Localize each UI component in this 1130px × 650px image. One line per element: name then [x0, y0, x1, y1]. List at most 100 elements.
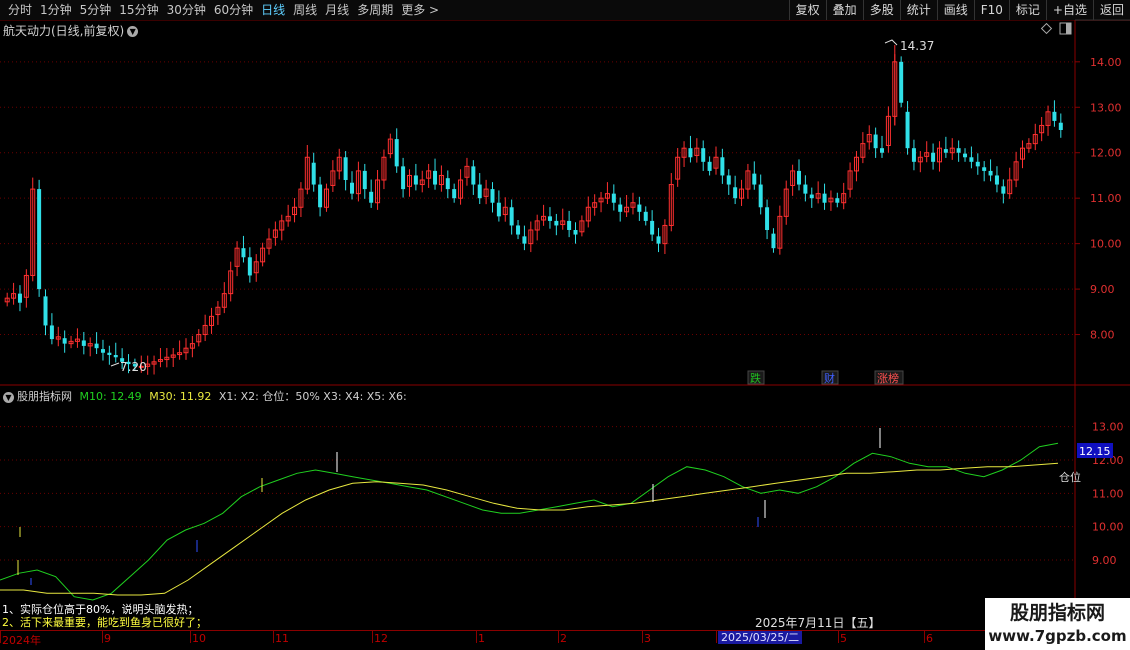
candle-body	[81, 340, 86, 346]
candle-body	[336, 156, 342, 172]
candle-body	[783, 188, 789, 217]
candle-body	[982, 167, 987, 171]
candle-body	[247, 257, 252, 276]
watermark-name: 股朋指标网	[1009, 602, 1105, 624]
toolbar-button-8[interactable]: 返回	[1092, 0, 1130, 20]
candle-body	[803, 184, 808, 194]
candle-body	[1019, 147, 1025, 160]
candle-body	[931, 152, 936, 162]
candle-body	[650, 220, 655, 235]
event-markers[interactable]: 跌 财 涨榜	[747, 370, 904, 385]
toolbar-button-0[interactable]: 复权	[788, 0, 826, 20]
candle-body	[318, 184, 323, 208]
candle-body	[911, 148, 916, 162]
period-tab-9[interactable]: 多周期	[353, 2, 397, 18]
event-label: 涨榜	[877, 371, 899, 385]
toolbar-button-1[interactable]: 叠加	[825, 0, 863, 20]
price-tick-label: 13.00	[1090, 101, 1122, 114]
chevron-down-icon[interactable]: ▼	[3, 391, 14, 403]
event-badge[interactable]	[874, 370, 904, 385]
candle-body	[822, 193, 827, 203]
candle-body	[579, 220, 585, 233]
toolbar-button-2[interactable]: 多股	[862, 0, 900, 20]
candle-body	[355, 170, 361, 195]
time-label: 12	[374, 632, 388, 645]
low-label: 7.20	[120, 360, 147, 374]
price-tick-label: 14.00	[1090, 56, 1122, 69]
high-label: 14.37	[900, 39, 934, 53]
period-tab-1[interactable]: 1分钟	[36, 2, 76, 18]
candle-body	[841, 193, 847, 204]
chevron-down-icon[interactable]: ▼	[127, 26, 139, 37]
indicator-title[interactable]: ▼ 股朋指标网 M10: 12.49 M30: 11.92 X1: X2: 仓位：…	[3, 388, 407, 404]
time-tick	[372, 631, 373, 643]
candle-body	[969, 157, 974, 162]
candle-body	[350, 182, 355, 194]
candle-body	[1007, 179, 1013, 195]
candle-body	[528, 229, 534, 245]
candle-body	[560, 220, 566, 226]
indicator-tick-label: 10.00	[1092, 521, 1124, 534]
toolbar-button-3[interactable]: 统计	[899, 0, 937, 20]
candles	[4, 45, 1063, 375]
event-badge[interactable]	[747, 370, 765, 385]
candle-body	[949, 147, 955, 154]
period-tab-10[interactable]: 更多 >	[397, 2, 443, 18]
indicator-grid	[0, 426, 1075, 561]
candle-body	[758, 184, 763, 208]
panel-toggle-icon[interactable]	[1059, 22, 1072, 35]
toolbar-button-4[interactable]: 画线	[936, 0, 974, 20]
time-tick	[924, 631, 925, 643]
toolbar-button-7[interactable]: +自选	[1045, 0, 1093, 20]
chart-title[interactable]: 航天动力(日线,前复权) ▼	[3, 22, 139, 39]
candle-body	[406, 174, 412, 187]
candle-body	[68, 340, 74, 345]
period-tab-7[interactable]: 周线	[289, 2, 321, 18]
candle-body	[835, 198, 840, 203]
diamond-icon[interactable]	[1040, 22, 1053, 35]
kline-chart[interactable]: 14.0013.0012.0011.0010.009.008.00 13.001…	[0, 0, 1130, 650]
candle-body	[311, 162, 316, 185]
event-badge[interactable]	[821, 370, 839, 385]
candle-body	[573, 230, 578, 235]
time-tick	[102, 631, 103, 643]
period-tab-0[interactable]: 分时	[4, 2, 36, 18]
price-tick-label: 10.00	[1090, 238, 1122, 251]
period-tab-5[interactable]: 60分钟	[210, 2, 257, 18]
candle-body	[452, 189, 457, 199]
candle-body	[624, 206, 630, 213]
candle-body	[279, 220, 285, 231]
time-axis[interactable]: 2024年 9 10 11 12 1 2 3 2025/03/25/二 5 6	[0, 630, 1075, 647]
time-label: 6	[926, 632, 933, 645]
candle-body	[138, 365, 144, 368]
candle-body	[394, 139, 399, 167]
candle-body	[752, 173, 757, 185]
candle-body	[413, 175, 418, 185]
candle-body	[880, 148, 885, 153]
candle-body	[426, 170, 432, 179]
period-tab-2[interactable]: 5分钟	[76, 2, 116, 18]
candle-body	[733, 187, 738, 199]
period-tab-3[interactable]: 15分钟	[115, 2, 162, 18]
candle-body	[739, 188, 745, 199]
period-tab-4[interactable]: 30分钟	[163, 2, 210, 18]
toolbar-button-5[interactable]: F10	[973, 0, 1009, 20]
candle-body	[866, 134, 872, 143]
indicator-tick-label: 11.00	[1092, 487, 1124, 500]
candle-body	[94, 343, 99, 349]
candle-body	[4, 297, 10, 303]
candle-body	[1039, 124, 1045, 134]
note-1: 1、实际仓位高于80%，说明头脑发热；	[2, 603, 199, 616]
candle-body	[963, 153, 968, 158]
period-tab-8[interactable]: 月线	[321, 2, 353, 18]
action-buttons: 复权 叠加 多股 统计 画线 F10 标记 +自选 返回	[788, 0, 1130, 20]
candle-body	[387, 138, 393, 155]
candle-body	[630, 202, 636, 208]
high-annotation: 14.37	[884, 39, 934, 53]
candle-body	[988, 170, 993, 176]
period-tabs: 分时 1分钟 5分钟 15分钟 30分钟 60分钟 日线 周线 月线 多周期 更多 >	[4, 2, 443, 18]
toolbar-button-6[interactable]: 标记	[1008, 0, 1046, 20]
time-label: 10	[192, 632, 206, 645]
candle-body	[100, 349, 105, 353]
period-tab-6[interactable]: 日线	[257, 2, 289, 18]
